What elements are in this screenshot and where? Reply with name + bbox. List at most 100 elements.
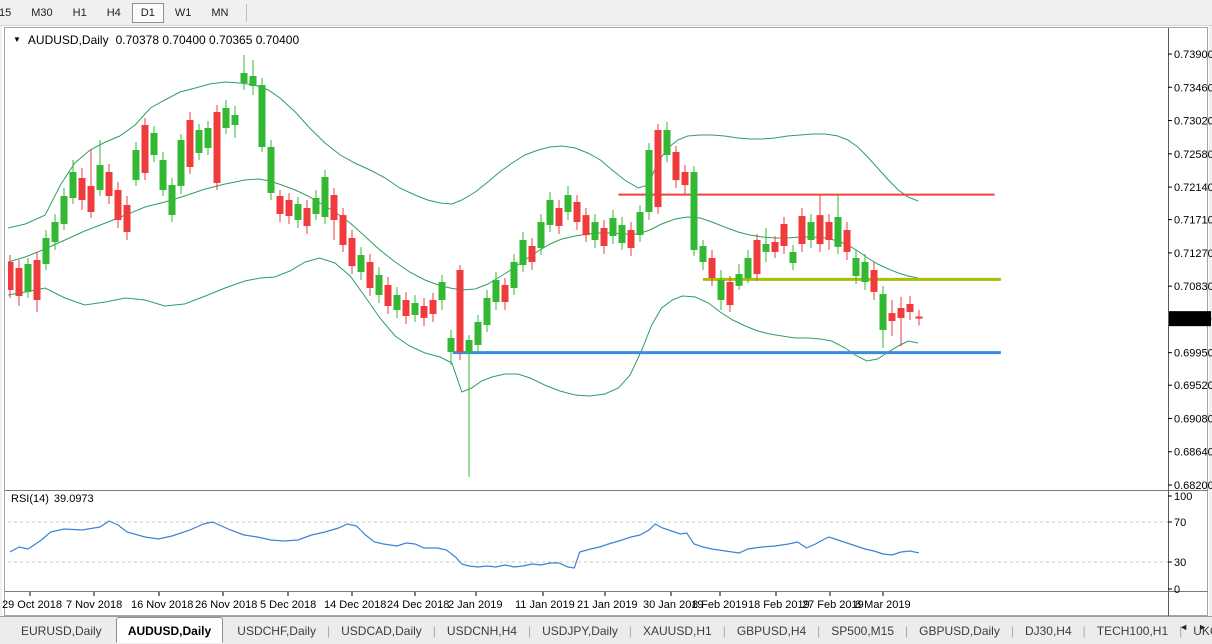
candle-body bbox=[313, 198, 320, 214]
candle-body bbox=[475, 322, 482, 345]
chart-tab-usdjpy-daily[interactable]: USDJPY,Daily bbox=[531, 620, 629, 642]
candle-body bbox=[61, 196, 68, 224]
candle-body bbox=[133, 150, 140, 180]
candle-body bbox=[601, 228, 608, 246]
timeframe-button-mn[interactable]: MN bbox=[202, 3, 237, 23]
timeframe-button-h4[interactable]: H4 bbox=[98, 3, 130, 23]
candle-body bbox=[709, 258, 716, 278]
candle-body bbox=[196, 130, 203, 153]
candle-body bbox=[295, 204, 302, 220]
price-axis-label: 0.71270 bbox=[1174, 248, 1212, 260]
candle-body bbox=[529, 246, 536, 262]
candle-body bbox=[511, 262, 518, 288]
candle-body bbox=[223, 108, 230, 128]
rsi-axis-label: 70 bbox=[1174, 517, 1186, 529]
candle-body bbox=[907, 304, 914, 312]
price-axis-label: 0.73900 bbox=[1174, 49, 1212, 61]
candle-body bbox=[736, 274, 743, 286]
candle-body bbox=[745, 258, 752, 278]
timeframe-toolbar: 15M30H1H4D1W1MN bbox=[0, 0, 1212, 26]
rsi-indicator-label: RSI(14) 39.0973 bbox=[11, 493, 94, 505]
candle-body bbox=[241, 73, 248, 83]
date-axis-label: 26 Nov 2018 bbox=[195, 599, 257, 611]
candle-body bbox=[781, 224, 788, 246]
timeframe-button-h1[interactable]: H1 bbox=[64, 3, 96, 23]
chart-title: ▼ AUDUSD,Daily 0.70378 0.70400 0.70365 0… bbox=[13, 33, 299, 47]
chart-tab-gbpusd-daily[interactable]: GBPUSD,Daily bbox=[908, 620, 1011, 642]
candle-body bbox=[142, 125, 149, 173]
candle-body bbox=[520, 240, 527, 265]
candle-body bbox=[718, 280, 725, 300]
date-axis-label: 24 Dec 2018 bbox=[387, 599, 449, 611]
candle-body bbox=[862, 262, 869, 282]
price-axis-label: 0.68640 bbox=[1174, 447, 1212, 459]
chart-tab-tech100-h1[interactable]: TECH100,H1 bbox=[1086, 620, 1179, 642]
toolbar-separator bbox=[246, 4, 247, 22]
candle-body bbox=[187, 120, 194, 167]
candle-body bbox=[565, 195, 572, 212]
timeframe-button-15[interactable]: 15 bbox=[0, 3, 20, 23]
date-axis-label: 8 Feb 2019 bbox=[692, 599, 748, 611]
candle-body bbox=[304, 208, 311, 226]
candle-body bbox=[439, 282, 446, 300]
candle-body bbox=[727, 282, 734, 305]
candle-body bbox=[583, 215, 590, 235]
candle-body bbox=[97, 165, 104, 190]
candle-body bbox=[367, 262, 374, 288]
chart-tab-xauusd-h1[interactable]: XAUUSD,H1 bbox=[632, 620, 723, 642]
current-price-value: 0.70400 bbox=[1172, 314, 1212, 326]
candle-body bbox=[484, 298, 491, 325]
price-axis-label: 0.72580 bbox=[1174, 149, 1212, 161]
candle-body bbox=[250, 76, 257, 86]
candle-body bbox=[889, 313, 896, 321]
price-axis-label: 0.73020 bbox=[1174, 116, 1212, 128]
timeframe-button-d1[interactable]: D1 bbox=[132, 3, 164, 23]
candle-body bbox=[259, 85, 266, 147]
candle-body bbox=[790, 252, 797, 263]
candle-body bbox=[34, 260, 41, 300]
tab-scroll-right-icon[interactable]: ► bbox=[1195, 618, 1210, 636]
candle-body bbox=[394, 295, 401, 310]
price-axis-label: 0.73460 bbox=[1174, 82, 1212, 94]
candle-body bbox=[682, 172, 689, 185]
timeframe-button-m30[interactable]: M30 bbox=[22, 3, 61, 23]
candle-body bbox=[826, 222, 833, 240]
chart-tab-audusd-daily[interactable]: AUDUSD,Daily bbox=[116, 617, 223, 643]
price-axis-label: 0.70830 bbox=[1174, 281, 1212, 293]
date-axis-label: 11 Jan 2019 bbox=[515, 599, 575, 611]
date-axis-label: 21 Jan 2019 bbox=[577, 599, 638, 611]
candle-body bbox=[457, 270, 464, 352]
candle-body bbox=[808, 222, 815, 240]
chart-tab-eurusd-daily[interactable]: EURUSD,Daily bbox=[10, 620, 113, 642]
candle-body bbox=[493, 280, 500, 302]
candle-body bbox=[835, 217, 842, 247]
candle-body bbox=[268, 147, 275, 193]
candle-body bbox=[556, 208, 563, 226]
chart-tab-usdcad-daily[interactable]: USDCAD,Daily bbox=[330, 620, 433, 642]
candle-body bbox=[547, 200, 554, 225]
chart-tab-usdchf-daily[interactable]: USDCHF,Daily bbox=[226, 620, 327, 642]
candle-body bbox=[52, 222, 59, 242]
candle-body bbox=[25, 264, 32, 292]
candle-body bbox=[277, 196, 284, 214]
candle-body bbox=[538, 222, 545, 248]
chart-tab-sp500-m15[interactable]: SP500,M15 bbox=[820, 620, 905, 642]
candle-body bbox=[106, 172, 113, 196]
chart-tab-bar: EURUSD,Daily|AUDUSD,Daily|USDCHF,Daily|U… bbox=[0, 616, 1212, 644]
chart-background bbox=[2, 26, 1209, 616]
chart-tab-gbpusd-h4[interactable]: GBPUSD,H4 bbox=[726, 620, 817, 642]
candle-body bbox=[322, 177, 329, 217]
candle-body bbox=[754, 240, 761, 274]
chart-tab-usdcnh-h4[interactable]: USDCNH,H4 bbox=[436, 620, 528, 642]
candle-body bbox=[799, 216, 806, 244]
candle-body bbox=[124, 205, 131, 232]
tab-scroll-left-icon[interactable]: ◄ bbox=[1176, 618, 1191, 636]
candle-body bbox=[592, 222, 599, 240]
candle-body bbox=[232, 115, 239, 125]
candle-body bbox=[619, 225, 626, 243]
timeframe-button-w1[interactable]: W1 bbox=[166, 3, 201, 23]
candle-body bbox=[214, 112, 221, 183]
chart-tab-dj30-h4[interactable]: DJ30,H4 bbox=[1014, 620, 1083, 642]
candle-body bbox=[412, 303, 419, 315]
candle-body bbox=[700, 246, 707, 262]
